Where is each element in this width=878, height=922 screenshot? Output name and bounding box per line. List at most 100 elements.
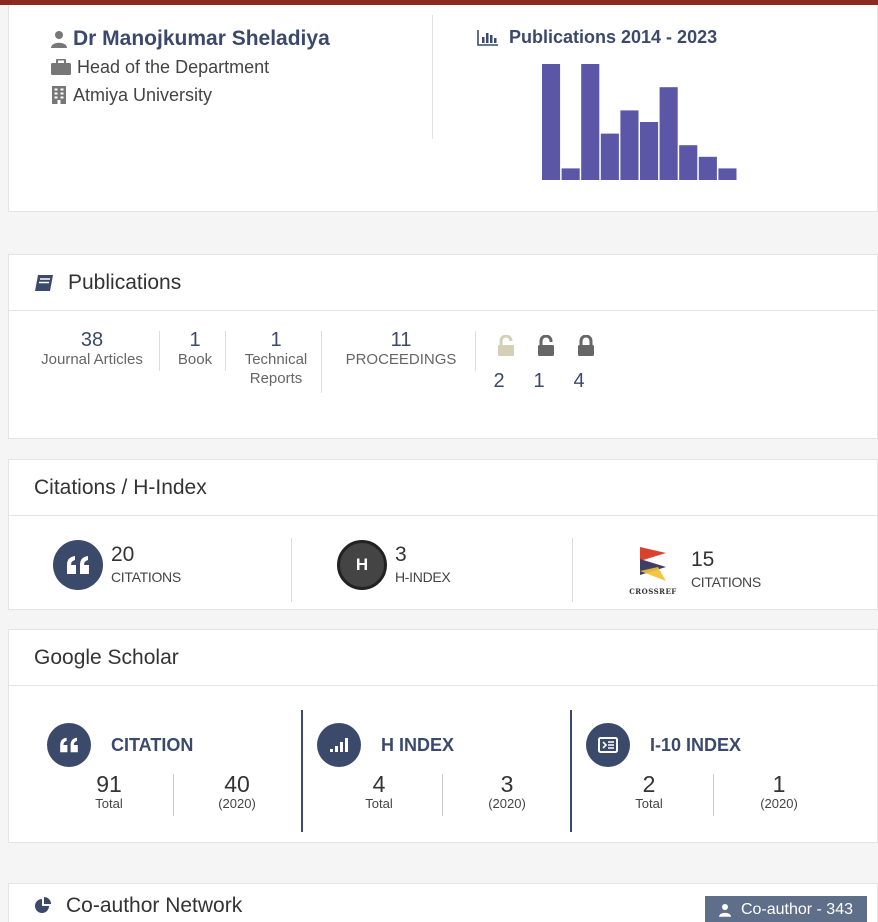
gs-i10-index-recent: 1 (2020) [739, 772, 819, 811]
publications-title: Publications [68, 270, 182, 294]
stat-label: Book [177, 351, 213, 368]
gs-value-label: (2020) [218, 796, 256, 811]
chart-bar-2016[interactable] [581, 64, 600, 180]
gs-divider [442, 774, 443, 816]
stat-technical-reports[interactable]: 1 Technical Reports [235, 330, 317, 388]
stat-count: 11 [390, 329, 412, 351]
gs-h-index-label: H INDEX [381, 734, 455, 755]
profile-card: Dr Manojkumar Sheladiya Head of the Depa… [8, 5, 878, 212]
citations-label: CITATIONS [111, 569, 181, 585]
h-index-icon: H [337, 540, 387, 590]
stat-divider [475, 331, 476, 371]
stat-proceedings[interactable]: 11 PROCEEDINGS [333, 330, 469, 369]
publications-header: Publications [9, 255, 877, 311]
unlock-open-icon [498, 335, 514, 356]
chart-bar-2017[interactable] [600, 133, 619, 180]
list-icon [586, 723, 630, 767]
citations-divider [291, 538, 292, 602]
google-scholar-title: Google Scholar [34, 645, 179, 669]
gs-value-label: Total [95, 796, 123, 811]
stat-journal-articles[interactable]: 38 Journal Articles [31, 330, 153, 369]
crossref-label: CITATIONS [691, 574, 761, 590]
profile-institution[interactable]: Atmiya University [73, 85, 212, 106]
gs-citation-header: CITATION [47, 723, 193, 767]
google-scholar-card: Google Scholar CITATION 91 Total 40 (202… [8, 629, 878, 843]
chart-bar-2018[interactable] [620, 110, 639, 180]
coauthor-network-card: Co-author Network Co-author - 343 [8, 883, 878, 922]
publications-card: Publications 38 Journal Articles 1 Book … [8, 254, 878, 439]
quote-icon [47, 723, 91, 767]
gs-h-index-total: 4 Total [339, 772, 419, 811]
crossref-icon: CROSSREF [623, 540, 683, 600]
crossref-citations-item: CROSSREF 15 CITATIONS [623, 540, 761, 600]
gs-value: 3 [500, 771, 514, 797]
gs-value: 40 [224, 771, 250, 797]
publications-chart-title: Publications 2014 - 2023 [477, 27, 717, 48]
stat-label: Technical [244, 351, 308, 368]
profile-info: Dr Manojkumar Sheladiya Head of the Depa… [51, 25, 431, 109]
gs-citation-recent: 40 (2020) [197, 772, 277, 811]
stat-label: Journal Articles [41, 351, 143, 368]
stat-count: 38 [80, 329, 104, 351]
gs-i10-index-header: I-10 INDEX [586, 723, 741, 767]
user-icon [51, 31, 67, 48]
gs-value-label: Total [635, 796, 663, 811]
h-index-value: 3 [395, 543, 407, 566]
stat-label: Reports [249, 370, 303, 387]
publications-chart-title-text: Publications 2014 - 2023 [509, 27, 718, 47]
gs-i10-index-total: 2 Total [609, 772, 689, 811]
chart-bar-2014[interactable] [542, 64, 561, 180]
citations-header: Citations / H-Index [9, 460, 877, 516]
profile-divider [432, 15, 433, 139]
chart-bar-2022[interactable] [698, 156, 717, 180]
stat-divider [159, 331, 160, 371]
chart-bar-2023[interactable] [718, 168, 737, 180]
gs-value-label: (2020) [488, 796, 526, 811]
citations-value: 20 [111, 543, 135, 566]
citations-title: Citations / H-Index [34, 475, 207, 499]
gs-value: 1 [772, 771, 786, 797]
gs-value: 2 [642, 771, 656, 797]
briefcase-icon [51, 59, 71, 75]
google-scholar-header: Google Scholar [9, 630, 877, 686]
chart-bar-2020[interactable] [659, 87, 678, 180]
partial-access-count[interactable]: 1 [529, 370, 549, 393]
gs-value: 4 [372, 771, 386, 797]
gs-value: 91 [96, 771, 122, 797]
chart-bar-2021[interactable] [679, 145, 698, 180]
coauthor-count-label: Co-author - 343 [740, 901, 853, 918]
h-index-icon-letter: H [355, 555, 369, 574]
stat-book[interactable]: 1 Book [169, 330, 221, 369]
lock-icon [578, 335, 594, 356]
crossref-logo-text: CROSSREF [629, 586, 677, 596]
quote-icon [53, 540, 103, 590]
publications-bar-chart [542, 64, 737, 180]
h-index-item: H 3 H-INDEX [337, 540, 451, 590]
citations-count-item: 20 CITATIONS [53, 540, 181, 590]
coauthor-count-button[interactable]: Co-author - 343 [704, 896, 867, 922]
gs-h-index-recent: 3 (2020) [467, 772, 547, 811]
stat-count: 1 [189, 329, 201, 351]
coauthor-title: Co-author Network [66, 894, 243, 917]
stat-label: PROCEEDINGS [345, 351, 457, 368]
pie-chart-icon [34, 897, 52, 915]
bar-chart-icon [477, 29, 498, 46]
profile-position-row: Head of the Department [51, 53, 431, 81]
signal-icon [317, 723, 361, 767]
gs-i10-index-label: I-10 INDEX [650, 734, 742, 755]
chart-bar-2019[interactable] [640, 122, 659, 180]
open-access-count[interactable]: 2 [489, 370, 509, 393]
gs-column-divider [301, 710, 303, 832]
crossref-value: 15 [691, 548, 715, 571]
profile-name-row: Dr Manojkumar Sheladiya [51, 25, 431, 53]
gs-column-divider [570, 710, 572, 832]
profile-institution-row: Atmiya University [51, 81, 431, 109]
chart-bar-2015[interactable] [561, 168, 580, 180]
h-index-label: H-INDEX [395, 569, 451, 585]
closed-access-count[interactable]: 4 [569, 370, 589, 393]
profile-name[interactable]: Dr Manojkumar Sheladiya [73, 27, 330, 51]
stat-count: 1 [270, 329, 282, 351]
gs-citation-label: CITATION [111, 734, 194, 755]
gs-value-label: (2020) [760, 796, 798, 811]
unlock-icon [538, 335, 554, 356]
